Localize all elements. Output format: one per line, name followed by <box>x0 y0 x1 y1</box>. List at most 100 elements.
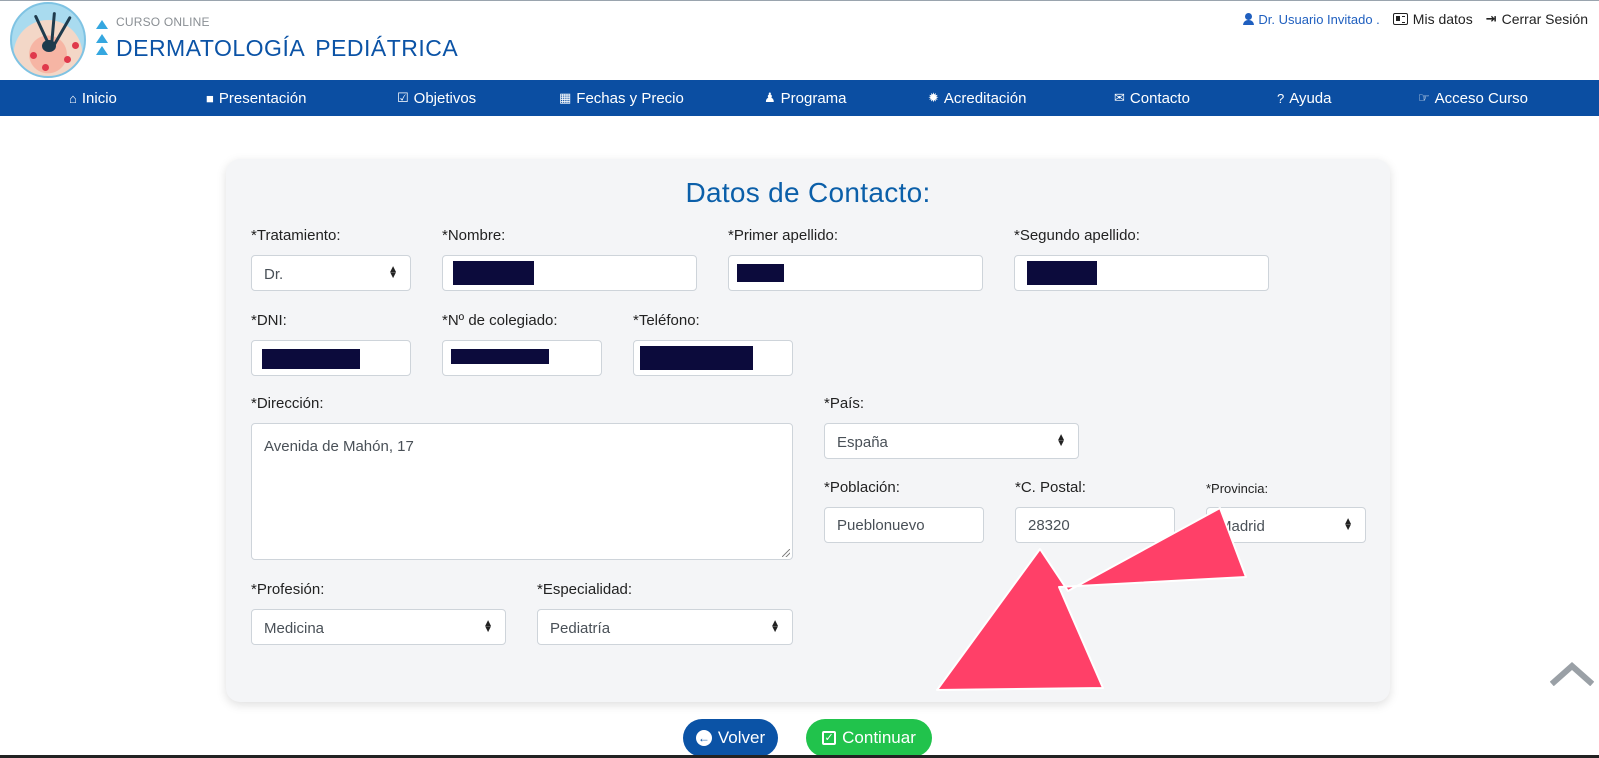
tratamiento-value: Dr. <box>264 266 284 283</box>
user-bar: Dr. Usuario Invitado . Mis datos ⇥ Cerra… <box>1243 11 1588 27</box>
volver-label: Volver <box>717 728 766 747</box>
primer-apellido-input[interactable] <box>728 255 983 291</box>
telefono-input[interactable] <box>633 340 793 376</box>
resize-handle-icon[interactable] <box>782 549 790 557</box>
dni-input[interactable] <box>251 340 411 376</box>
continuar-button[interactable]: ✓ Continuar <box>806 719 932 757</box>
nav-label: Presentación <box>218 89 307 107</box>
primer-apellido-label: *Primer apellido: <box>728 227 839 244</box>
colegiado-label: *Nº de colegiado: <box>442 312 558 329</box>
nav-label: Acreditación <box>943 89 1027 107</box>
nav-label: Programa <box>780 89 847 107</box>
segundo-apellido-input[interactable] <box>1014 255 1269 291</box>
select-arrows-icon: ▲ ▼ <box>483 618 493 635</box>
select-arrows-icon: ▲ ▼ <box>1343 516 1353 533</box>
nav-label: Objetivos <box>413 89 477 107</box>
nav-item-acceso-curso[interactable]: ☞ Acceso Curso <box>1418 80 1528 116</box>
nav-item-objetivos[interactable]: ☑ Objetivos <box>397 80 476 116</box>
nav-label: Contacto <box>1129 89 1190 107</box>
question-circle-icon: ? <box>1277 90 1285 106</box>
page: CURSO ONLINE DERMATOLOGÍA PEDIÁTRICA Dr. … <box>0 0 1599 758</box>
nav-item-acreditacion[interactable]: ✹ Acreditación <box>928 80 1026 116</box>
user-name: Dr. Usuario Invitado . <box>1258 11 1380 27</box>
redaction-block <box>1027 261 1097 285</box>
course-logo[interactable] <box>10 2 86 78</box>
nav-label: Fechas y Precio <box>576 89 684 107</box>
form-title: Datos de Contacto: <box>685 177 931 208</box>
nav-label: Ayuda <box>1289 89 1332 107</box>
video-icon: ■ <box>206 90 214 106</box>
scroll-top-chevron-icon[interactable] <box>1550 660 1594 686</box>
especialidad-value: Pediatría <box>550 620 611 637</box>
envelope-icon: ✉ <box>1114 90 1125 105</box>
logout-link[interactable]: ⇥ Cerrar Sesión <box>1486 11 1588 27</box>
provincia-label: *Provincia: <box>1206 481 1269 496</box>
user-tie-icon: ♟ <box>764 90 776 105</box>
main-navbar: ⌂ Inicio ■ Presentación ☑ Objetivos ▦ Fe… <box>0 80 1599 116</box>
nav-item-inicio[interactable]: ⌂ Inicio <box>69 80 117 116</box>
course-title-part-2: PEDIÁTRICA <box>315 35 459 61</box>
badge-icon: ✹ <box>928 90 939 105</box>
tratamiento-label: *Tratamiento: <box>251 227 341 244</box>
check-square-icon: ☑ <box>397 90 409 105</box>
pais-value: España <box>837 434 888 451</box>
triangle-icon <box>96 34 108 43</box>
nav-item-programa[interactable]: ♟ Programa <box>764 80 847 116</box>
pais-label: *País: <box>824 395 865 412</box>
direccion-label: *Dirección: <box>251 395 324 412</box>
triangle-icon <box>96 20 108 29</box>
redaction-block <box>451 349 549 364</box>
direccion-value: Avenida de Mahón, 17 <box>264 438 414 455</box>
sign-out-icon: ⇥ <box>1485 11 1497 26</box>
user-icon <box>1243 13 1255 25</box>
calendar-icon: ▦ <box>559 90 572 105</box>
nombre-label: *Nombre: <box>442 227 506 244</box>
nav-item-presentacion[interactable]: ■ Presentación <box>206 80 306 116</box>
profesion-value: Medicina <box>264 620 325 637</box>
check-square-icon: ✓ <box>822 731 837 745</box>
course-title: DERMATOLOGÍA PEDIÁTRICA <box>116 35 458 62</box>
logout-label: Cerrar Sesión <box>1501 11 1588 27</box>
select-arrows-icon: ▲ ▼ <box>1056 432 1066 449</box>
nav-label: Inicio <box>81 89 117 107</box>
redaction-block <box>262 349 360 369</box>
select-arrows-icon: ▲ ▼ <box>388 264 398 281</box>
course-title-part-1: DERMATOLOGÍA <box>116 35 306 61</box>
colegiado-input[interactable] <box>442 340 602 376</box>
nav-item-fechas-precio[interactable]: ▦ Fechas y Precio <box>559 80 684 116</box>
nav-item-ayuda[interactable]: ? Ayuda <box>1277 80 1332 116</box>
provincia-value: Madrid <box>1219 518 1265 535</box>
user-link[interactable]: Dr. Usuario Invitado . <box>1243 11 1380 27</box>
segundo-apellido-label: *Segundo apellido: <box>1014 227 1140 244</box>
redaction-block <box>737 264 784 282</box>
my-data-link[interactable]: Mis datos <box>1392 11 1473 27</box>
poblacion-label: *Población: <box>824 479 900 496</box>
nombre-input[interactable] <box>442 255 697 291</box>
nav-label: Acceso Curso <box>1434 89 1529 107</box>
direccion-textarea[interactable]: Avenida de Mahón, 17 <box>251 423 793 560</box>
telefono-label: *Teléfono: <box>633 312 700 329</box>
redaction-block <box>640 346 753 370</box>
profesion-select[interactable]: Medicina ▲ ▼ <box>251 609 506 645</box>
cpostal-value: 28320 <box>1028 516 1070 534</box>
hand-pointer-icon: ☞ <box>1418 90 1430 105</box>
nav-item-contacto[interactable]: ✉ Contacto <box>1114 80 1190 116</box>
home-icon: ⌂ <box>69 90 77 106</box>
id-card-icon <box>1392 13 1408 25</box>
my-data-label: Mis datos <box>1412 11 1473 27</box>
volver-button[interactable]: ← Volver <box>683 719 778 757</box>
profesion-label: *Profesión: <box>251 581 325 598</box>
pais-select[interactable]: España ▲ ▼ <box>824 423 1079 459</box>
course-subtitle: CURSO ONLINE <box>116 15 210 29</box>
arrow-left-circle-icon: ← <box>695 730 712 746</box>
cpostal-input[interactable]: 28320 <box>1015 507 1175 543</box>
poblacion-input[interactable]: Pueblonuevo <box>824 507 984 543</box>
dni-label: *DNI: <box>251 312 287 329</box>
triangle-icon <box>96 46 108 55</box>
tratamiento-select[interactable]: Dr. ▲ ▼ <box>251 255 411 291</box>
top-border <box>0 0 1599 1</box>
provincia-select[interactable]: Madrid ▲ ▼ <box>1206 507 1366 543</box>
especialidad-select[interactable]: Pediatría ▲ ▼ <box>537 609 793 645</box>
select-arrows-icon: ▲ ▼ <box>770 618 780 635</box>
cpostal-label: *C. Postal: <box>1015 479 1086 496</box>
